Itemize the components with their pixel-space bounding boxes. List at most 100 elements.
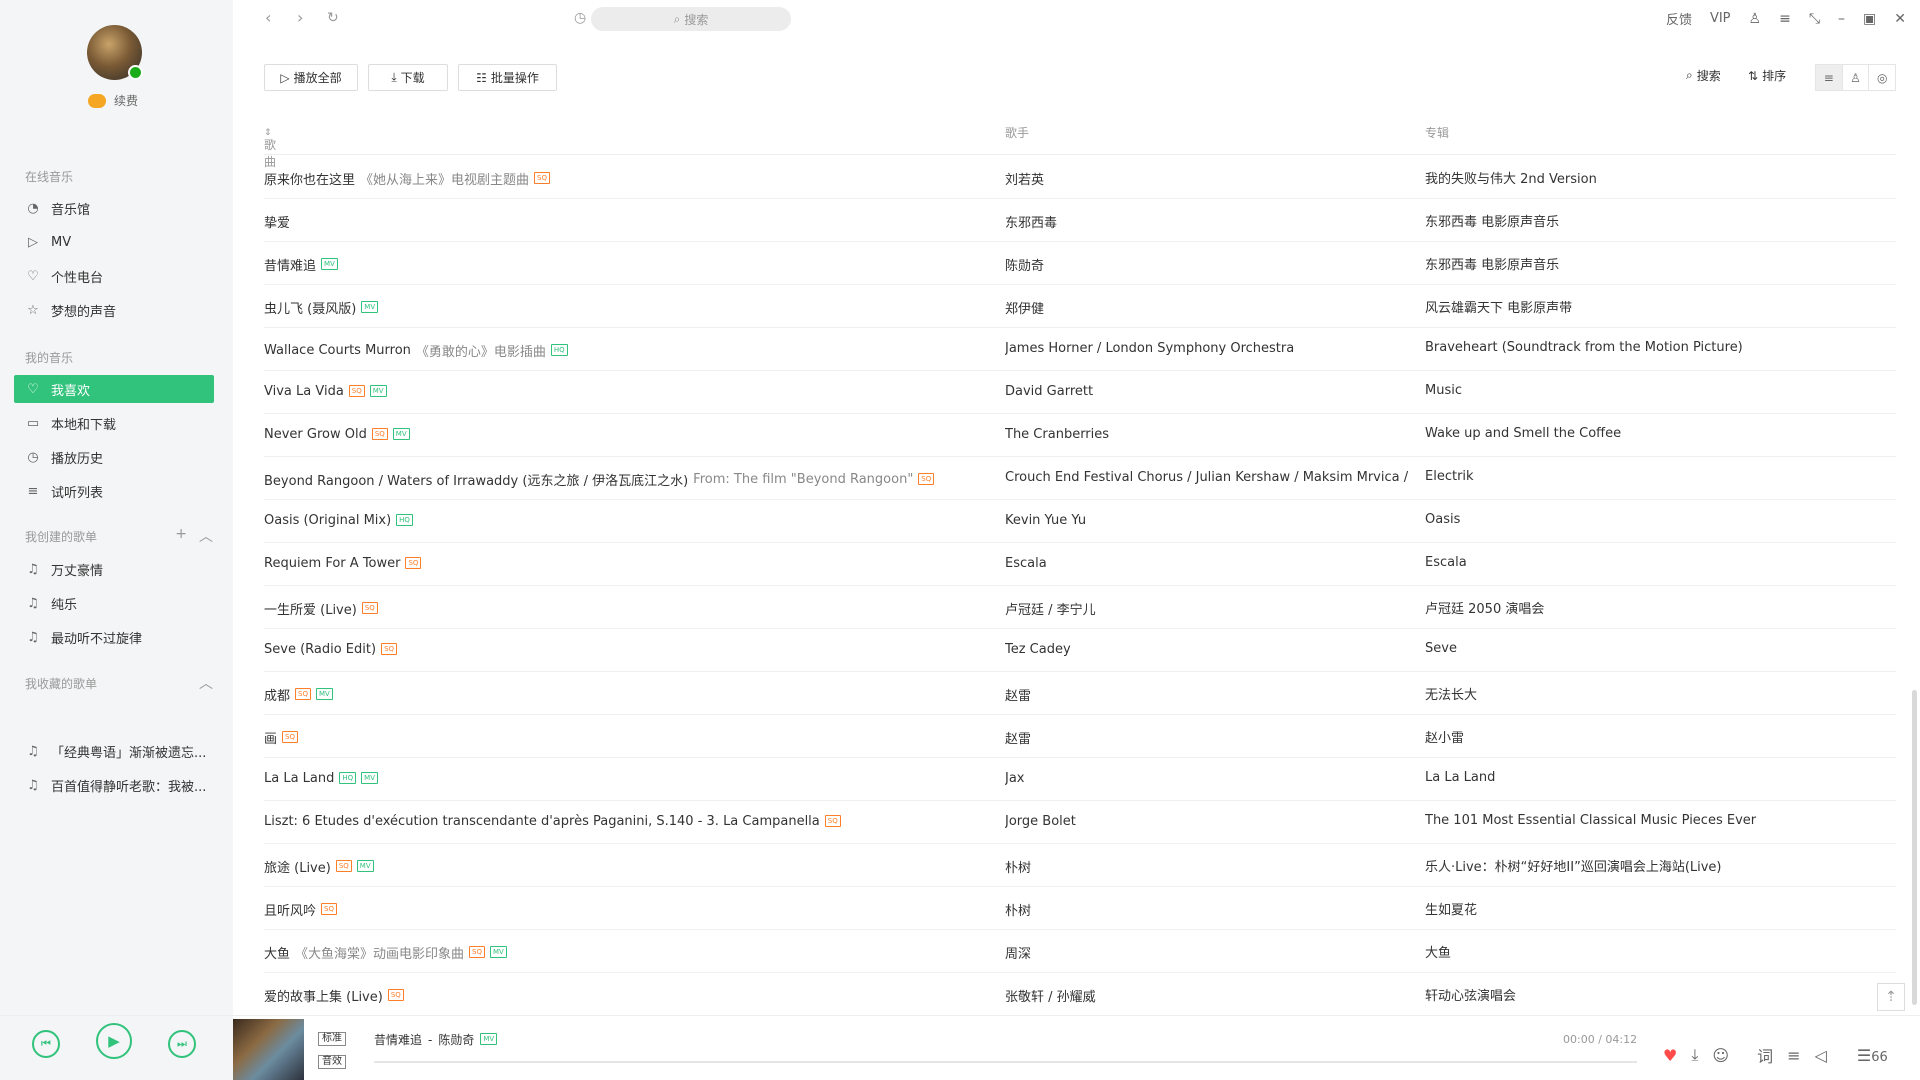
album-cell[interactable]: Seve [1425, 641, 1885, 656]
artist-cell[interactable]: The Cranberries [1005, 427, 1410, 442]
mv-tag[interactable]: MV [361, 771, 378, 784]
album-cell[interactable]: Escala [1425, 555, 1885, 570]
mv-tag[interactable]: MV [361, 300, 379, 313]
add-playlist-icon[interactable]: + [175, 526, 187, 546]
mv-tag[interactable]: MV [321, 257, 338, 270]
mv-tag[interactable]: MV [369, 384, 387, 397]
table-row[interactable]: 旅途 (Live) SQ MV 朴树 乐人·Live：朴树“好好地II”巡回演唱会上海站… [264, 844, 1896, 887]
sidebar-item[interactable]: ♡ 个性电台 [14, 262, 214, 290]
artist-cell[interactable]: 陈勋奇 [1005, 255, 1410, 274]
artist-cell[interactable]: 朴树 [1005, 900, 1410, 919]
effect-selector[interactable]: 音效 [318, 1055, 346, 1069]
artist-cell[interactable]: 赵雷 [1005, 685, 1410, 704]
forward-icon[interactable]: › [297, 8, 303, 27]
quality-selector[interactable]: 标准 [318, 1032, 346, 1046]
sidebar-item[interactable]: ♫ 万丈豪情 [14, 555, 214, 583]
artist-cell[interactable]: 张敬轩 / 孙耀威 [1005, 986, 1410, 1005]
mv-tag[interactable]: MV [489, 945, 507, 958]
song-title[interactable]: 一生所爱 (Live) [264, 599, 357, 618]
album-cell[interactable]: Wake up and Smell the Coffee [1425, 426, 1885, 441]
song-title[interactable]: 爱的故事上集 (Live) [264, 986, 383, 1005]
volume-icon[interactable]: ◁ [1815, 1046, 1827, 1065]
table-row[interactable]: Liszt: 6 Etudes d'exécution transcendant… [264, 801, 1896, 844]
song-title[interactable]: 挚爱 [264, 212, 290, 231]
search-input[interactable]: ⌕ 搜索 [591, 7, 791, 31]
song-title[interactable]: Wallace Courts Murron [264, 343, 411, 358]
artist-cell[interactable]: 卢冠廷 / 李宁儿 [1005, 599, 1410, 618]
skin-icon[interactable]: ♙ [1749, 11, 1762, 27]
sidebar-item[interactable]: ☆ 梦想的声音 [14, 296, 214, 324]
table-row[interactable]: 成都 SQ MV 赵雷 无法长大 [264, 672, 1896, 715]
artist-cell[interactable]: 赵雷 [1005, 728, 1410, 747]
album-cell[interactable]: 风云雄霸天下 电影原声带 [1425, 297, 1885, 316]
mini-mode-icon[interactable]: ⤡ [1809, 11, 1820, 27]
song-title[interactable]: La La Land [264, 771, 334, 786]
table-row[interactable]: 画 SQ 赵雷 赵小雷 [264, 715, 1896, 758]
album-cell[interactable]: 轩动心弦演唱会 [1425, 985, 1885, 1004]
table-row[interactable]: 昔情难追 MV 陈勋奇 东邪西毒 电影原声音乐 [264, 242, 1896, 285]
table-row[interactable]: Never Grow Old SQ MV The Cranberries Wake up… [264, 414, 1896, 457]
song-title[interactable]: Seve (Radio Edit) [264, 642, 376, 657]
sort-button[interactable]: ⇅ 排序 [1748, 67, 1786, 84]
artist-cell[interactable]: 朴树 [1005, 857, 1410, 876]
sidebar-item[interactable]: ◔ 音乐馆 [14, 194, 214, 222]
col-song-header[interactable]: 歌曲 ⇕ [264, 124, 276, 169]
table-row[interactable]: 且听风吟 SQ 朴树 生如夏花 [264, 887, 1896, 930]
song-title[interactable]: Beyond Rangoon / Waters of Irrawaddy (远东… [264, 470, 688, 489]
list-view-icon[interactable]: ≡ [1816, 65, 1843, 90]
album-cell[interactable]: La La Land [1425, 770, 1885, 785]
sidebar-item[interactable]: ♫ 百首值得静听老歌：我被... [14, 771, 214, 799]
table-row[interactable]: Wallace Courts Murron 《勇敢的心》电影插曲 HQ James H… [264, 328, 1896, 371]
mv-tag[interactable]: MV [356, 859, 374, 872]
album-cell[interactable]: Braveheart (Soundtrack from the Motion P… [1425, 340, 1885, 355]
album-cell[interactable]: 乐人·Live：朴树“好好地II”巡回演唱会上海站(Live) [1425, 856, 1885, 875]
queue-button[interactable]: ☰66 [1857, 1046, 1888, 1065]
sidebar-item[interactable]: ♫ 「经典粤语」渐渐被遗忘... [14, 737, 214, 765]
table-row[interactable]: Oasis (Original Mix) HQ Kevin Yue Yu Oasis [264, 500, 1896, 543]
sidebar-item[interactable]: ♡ 我喜欢 [14, 375, 214, 403]
album-cell[interactable]: Electrik [1425, 469, 1885, 484]
table-row[interactable]: Beyond Rangoon / Waters of Irrawaddy (远东… [264, 457, 1896, 500]
table-row[interactable]: 挚爱 东邪西毒 东邪西毒 电影原声音乐 [264, 199, 1896, 242]
back-icon[interactable]: ‹ [265, 8, 271, 27]
artist-cell[interactable]: Tez Cadey [1005, 642, 1410, 657]
table-row[interactable]: 大鱼 《大鱼海棠》动画电影印象曲 SQ MV 周深 大鱼 [264, 930, 1896, 973]
album-cell[interactable]: 我的失败与伟大 2nd Version [1425, 168, 1885, 187]
artist-cell[interactable]: 周深 [1005, 943, 1410, 962]
comment-icon[interactable]: ☺ [1712, 1046, 1729, 1065]
song-title[interactable]: 旅途 (Live) [264, 857, 331, 876]
song-title[interactable]: 且听风吟 [264, 900, 316, 919]
user-name[interactable]: 续费 [114, 92, 138, 109]
now-playing-mv-tag[interactable]: MV [480, 1032, 498, 1045]
like-heart-icon[interactable]: ♥ [1663, 1046, 1677, 1065]
mv-tag[interactable]: MV [392, 427, 410, 440]
album-cell[interactable]: 东邪西毒 电影原声音乐 [1425, 211, 1885, 230]
close-icon[interactable]: ✕ [1894, 11, 1906, 27]
now-playing-title[interactable]: 昔情难追 [374, 1031, 422, 1048]
sidebar-item[interactable]: ♫ 纯乐 [14, 589, 214, 617]
album-cell[interactable]: Oasis [1425, 512, 1885, 527]
table-row[interactable]: Seve (Radio Edit) SQ Tez Cadey Seve [264, 629, 1896, 672]
refresh-icon[interactable]: ↻ [327, 10, 339, 26]
album-cell[interactable]: 无法长大 [1425, 684, 1885, 703]
download-button[interactable]: ⤓ 下载 [368, 64, 448, 91]
album-cell[interactable]: The 101 Most Essential Classical Music P… [1425, 813, 1885, 828]
maximize-icon[interactable]: ▣ [1863, 11, 1876, 27]
song-title[interactable]: 昔情难追 [264, 255, 316, 274]
album-view-icon[interactable]: ◎ [1869, 65, 1895, 90]
artist-cell[interactable]: 东邪西毒 [1005, 212, 1410, 231]
artist-cell[interactable]: Escala [1005, 556, 1410, 571]
progress-bar[interactable] [374, 1061, 1637, 1063]
col-artist-header[interactable]: 歌手 [1005, 124, 1029, 141]
vip-level-icon[interactable] [88, 93, 106, 108]
play-mode-icon[interactable]: ≡ [1787, 1046, 1800, 1065]
artist-cell[interactable]: 刘若英 [1005, 169, 1410, 188]
artist-cell[interactable]: 郑伊健 [1005, 298, 1410, 317]
list-search-button[interactable]: ⌕ 搜索 [1686, 67, 1721, 84]
collapse-icon[interactable]: ︿ [199, 526, 213, 546]
collapse-icon[interactable]: ︿ [199, 673, 213, 693]
sidebar-item[interactable]: ◷ 播放历史 [14, 443, 214, 471]
minimize-icon[interactable]: – [1838, 11, 1845, 27]
sidebar-item[interactable]: ♫ 最动听不过旋律 [14, 623, 214, 651]
table-row[interactable]: 虫儿飞 (聂风版) MV 郑伊健 风云雄霸天下 电影原声带 [264, 285, 1896, 328]
